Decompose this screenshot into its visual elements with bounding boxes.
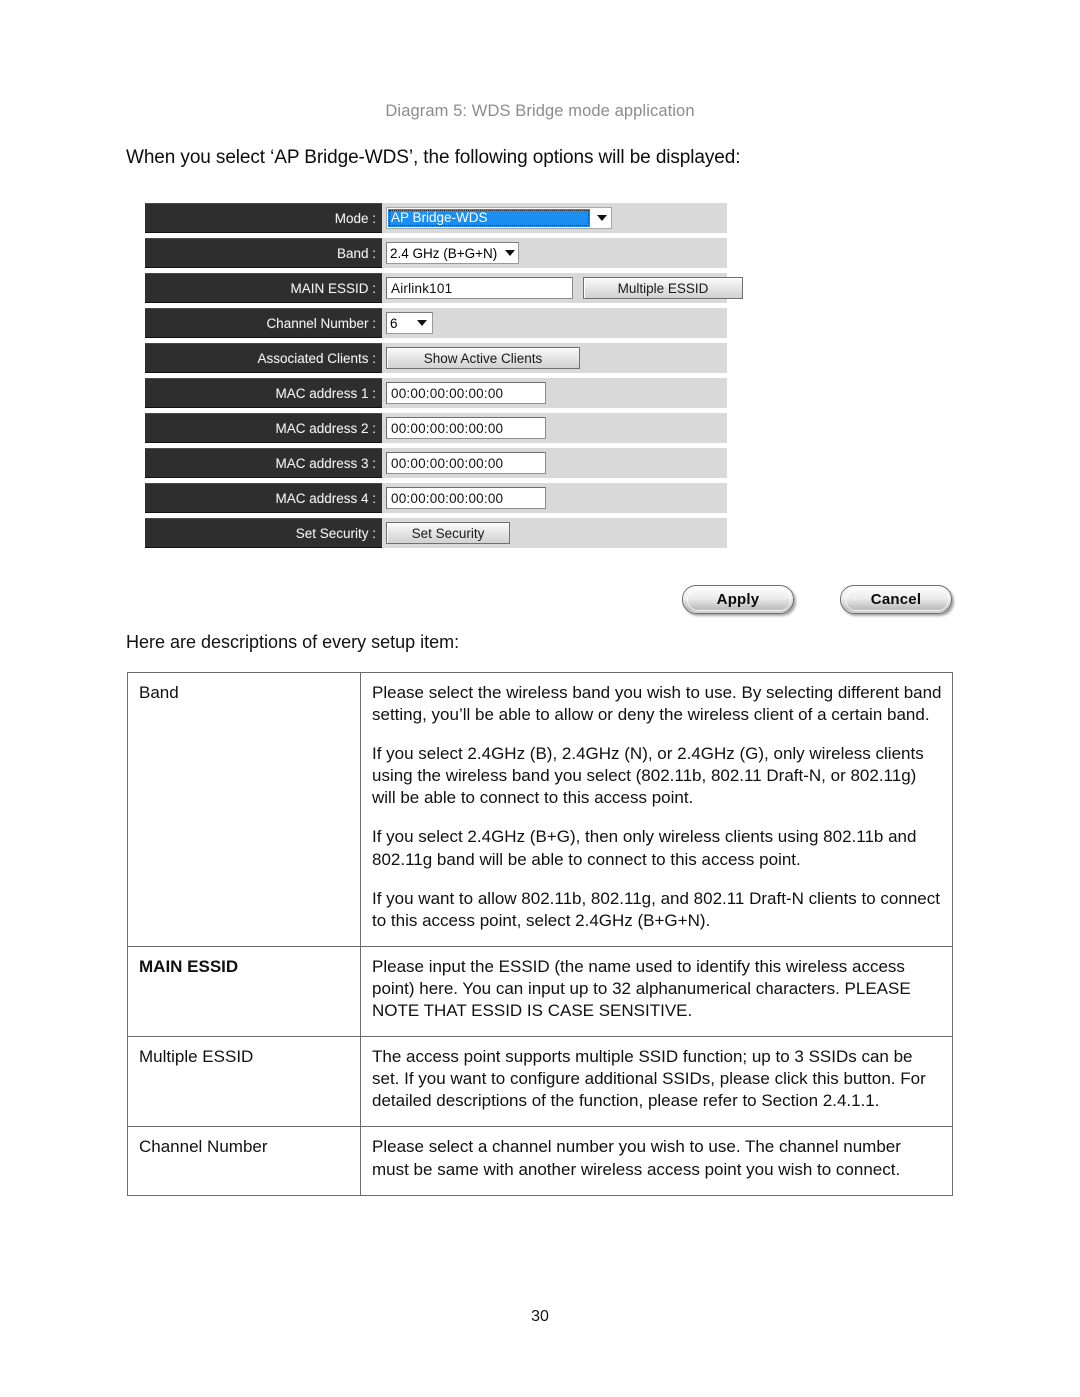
chevron-down-icon	[505, 250, 516, 256]
table-row: MAIN ESSID Please input the ESSID (the n…	[127, 945, 953, 1038]
description-paragraph: If you select 2.4GHz (B), 2.4GHz (N), or…	[372, 744, 924, 808]
mac-address-2-label: MAC address 2 :	[145, 413, 382, 443]
mac-address-2-input[interactable]: 00:00:00:00:00:00	[386, 417, 546, 439]
setup-item-descriptions-table: Band Please select the wireless band you…	[127, 672, 953, 1196]
main-essid-label: MAIN ESSID :	[145, 273, 382, 303]
mode-label: Mode :	[145, 203, 382, 233]
cancel-button[interactable]: Cancel	[840, 585, 952, 614]
config-row-mac-address-1: MAC address 1 : 00:00:00:00:00:00	[145, 378, 727, 408]
description-multiple-essid: The access point supports multiple SSID …	[360, 1036, 953, 1128]
description-paragraph: Please select the wireless band you wish…	[372, 683, 942, 725]
table-row: Channel Number Please select a channel n…	[127, 1126, 953, 1196]
main-essid-input[interactable]: Airlink101	[386, 277, 573, 299]
mac-address-4-field: 00:00:00:00:00:00	[382, 483, 727, 513]
multiple-essid-button[interactable]: Multiple ESSID	[583, 277, 743, 299]
mac-address-1-field: 00:00:00:00:00:00	[382, 378, 727, 408]
mac-address-3-input[interactable]: 00:00:00:00:00:00	[386, 452, 546, 474]
mac-address-1-input[interactable]: 00:00:00:00:00:00	[386, 382, 546, 404]
action-bar: Apply Cancel	[682, 585, 952, 615]
page-number: 30	[531, 1308, 549, 1325]
term-multiple-essid: Multiple ESSID	[127, 1036, 361, 1128]
band-select[interactable]: 2.4 GHz (B+G+N)	[386, 242, 519, 264]
config-row-mac-address-4: MAC address 4 : 00:00:00:00:00:00	[145, 483, 727, 513]
band-field: 2.4 GHz (B+G+N)	[382, 238, 727, 268]
mac-address-3-label: MAC address 3 :	[145, 448, 382, 478]
mac-address-3-field: 00:00:00:00:00:00	[382, 448, 727, 478]
show-active-clients-button[interactable]: Show Active Clients	[386, 347, 580, 369]
description-paragraph: If you select 2.4GHz (B+G), then only wi…	[372, 827, 917, 869]
description-band: Please select the wireless band you wish…	[360, 672, 953, 947]
set-security-button[interactable]: Set Security	[386, 522, 510, 544]
associated-clients-field: Show Active Clients	[382, 343, 727, 373]
term-band: Band	[127, 672, 361, 947]
description-channel-number: Please select a channel number you wish …	[360, 1126, 953, 1196]
set-security-label: Set Security :	[145, 518, 382, 548]
channel-number-label: Channel Number :	[145, 308, 382, 338]
term-main-essid: MAIN ESSID	[127, 945, 361, 1038]
config-row-associated-clients: Associated Clients : Show Active Clients	[145, 343, 727, 373]
mac-address-4-input[interactable]: 00:00:00:00:00:00	[386, 487, 546, 509]
config-row-channel-number: Channel Number : 6	[145, 308, 727, 338]
config-row-set-security: Set Security : Set Security	[145, 518, 727, 548]
intro-paragraph: When you select ‘AP Bridge-WDS’, the fol…	[126, 147, 741, 168]
description-main-essid: Please input the ESSID (the name used to…	[360, 945, 953, 1038]
term-channel-number: Channel Number	[127, 1126, 361, 1196]
description-paragraph: Please input the ESSID (the name used to…	[372, 956, 911, 1021]
descriptions-lead: Here are descriptions of every setup ite…	[126, 632, 460, 652]
chevron-down-icon	[597, 215, 607, 221]
description-paragraph: The access point supports multiple SSID …	[372, 1047, 926, 1111]
channel-number-select-value: 6	[390, 315, 398, 331]
mode-field: AP Bridge-WDS	[382, 203, 727, 233]
mode-select-arrow-box[interactable]	[590, 215, 609, 221]
diagram-caption: Diagram 5: WDS Bridge mode application	[385, 102, 695, 120]
chevron-down-icon	[417, 320, 427, 326]
table-row: Band Please select the wireless band you…	[127, 672, 953, 947]
config-row-main-essid: MAIN ESSID : Airlink101 Multiple ESSID	[145, 273, 743, 303]
channel-number-select[interactable]: 6	[386, 312, 433, 334]
config-row-mac-address-3: MAC address 3 : 00:00:00:00:00:00	[145, 448, 727, 478]
config-row-mac-address-2: MAC address 2 : 00:00:00:00:00:00	[145, 413, 727, 443]
table-row: Multiple ESSID The access point supports…	[127, 1036, 953, 1128]
wds-config-panel: Mode : AP Bridge-WDS Band : 2.4 GHz (B+G…	[145, 203, 743, 553]
apply-button[interactable]: Apply	[682, 585, 794, 614]
mode-select[interactable]: AP Bridge-WDS	[386, 207, 612, 229]
mode-select-value: AP Bridge-WDS	[388, 209, 590, 227]
description-paragraph: If you want to allow 802.11b, 802.11g, a…	[372, 888, 940, 930]
config-row-band: Band : 2.4 GHz (B+G+N)	[145, 238, 727, 268]
band-label: Band :	[145, 238, 382, 268]
band-select-value: 2.4 GHz (B+G+N)	[390, 245, 498, 261]
config-row-mode: Mode : AP Bridge-WDS	[145, 203, 727, 233]
channel-number-field: 6	[382, 308, 727, 338]
mac-address-4-label: MAC address 4 :	[145, 483, 382, 513]
set-security-field: Set Security	[382, 518, 727, 548]
mac-address-2-field: 00:00:00:00:00:00	[382, 413, 727, 443]
mac-address-1-label: MAC address 1 :	[145, 378, 382, 408]
associated-clients-label: Associated Clients :	[145, 343, 382, 373]
main-essid-field: Airlink101 Multiple ESSID	[382, 273, 743, 303]
description-paragraph: Please select a channel number you wish …	[372, 1137, 901, 1179]
